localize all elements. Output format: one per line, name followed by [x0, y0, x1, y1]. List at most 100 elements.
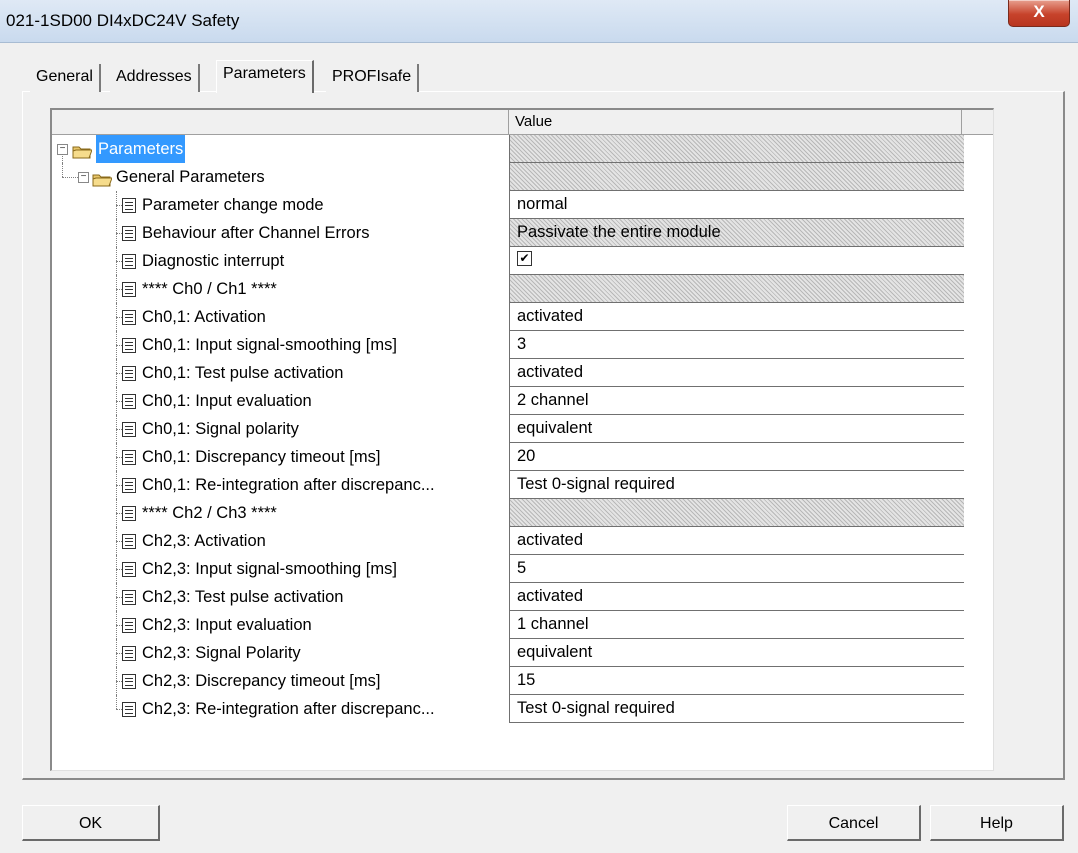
cancel-button[interactable]: Cancel — [787, 805, 921, 841]
parameter-value-cell[interactable]: equivalent — [509, 415, 964, 443]
parameter-value-cell[interactable]: 2 channel — [509, 387, 964, 415]
table-row[interactable]: Ch0,1: Re-integration after discrepanc..… — [52, 471, 993, 499]
parameter-label: Ch2,3: Re-integration after discrepanc..… — [142, 700, 435, 718]
parameter-icon — [122, 282, 136, 297]
parameter-name-cell[interactable]: − Parameters — [52, 135, 509, 163]
parameter-value-cell[interactable]: Test 0-signal required — [509, 471, 964, 499]
parameter-grid[interactable]: Value − Parameters − General Parameters Para… — [50, 108, 994, 771]
parameter-value-cell[interactable]: activated — [509, 359, 964, 387]
parameter-name-cell[interactable]: Ch2,3: Signal Polarity — [52, 639, 509, 667]
table-row[interactable]: Ch0,1: Test pulse activation activated — [52, 359, 993, 387]
parameter-name-cell[interactable]: − General Parameters — [52, 163, 509, 191]
parameter-name-cell[interactable]: Ch2,3: Input evaluation — [52, 611, 509, 639]
parameter-label: Ch0,1: Signal polarity — [142, 420, 299, 438]
parameter-name-cell[interactable]: Ch0,1: Discrepancy timeout [ms] — [52, 443, 509, 471]
parameter-name-cell[interactable]: Ch0,1: Input signal-smoothing [ms] — [52, 331, 509, 359]
parameter-value-cell[interactable]: activated — [509, 583, 964, 611]
parameter-value-cell[interactable] — [509, 163, 964, 191]
table-row[interactable]: Ch0,1: Input signal-smoothing [ms] 3 — [52, 331, 993, 359]
parameter-icon — [122, 450, 136, 465]
table-row[interactable]: Ch0,1: Discrepancy timeout [ms] 20 — [52, 443, 993, 471]
table-row[interactable]: Ch0,1: Input evaluation 2 channel — [52, 387, 993, 415]
title-bar: 021-1SD00 DI4xDC24V Safety X — [0, 0, 1078, 43]
parameter-icon — [122, 422, 136, 437]
parameter-name-cell[interactable]: **** Ch2 / Ch3 **** — [52, 499, 509, 527]
table-row[interactable]: Parameter change mode normal — [52, 191, 993, 219]
parameter-value-cell[interactable]: activated — [509, 527, 964, 555]
tab-general[interactable]: General — [30, 64, 101, 92]
parameter-value-cell[interactable]: 3 — [509, 331, 964, 359]
parameter-value-cell[interactable] — [509, 499, 964, 527]
diagnostic-interrupt-checkbox-cell[interactable]: ✔ — [509, 247, 964, 275]
parameter-label: Ch2,3: Input evaluation — [142, 616, 312, 634]
table-row[interactable]: Diagnostic interrupt ✔ — [52, 247, 993, 275]
parameter-label: Behaviour after Channel Errors — [142, 224, 370, 242]
table-row[interactable]: Ch2,3: Discrepancy timeout [ms] 15 — [52, 667, 993, 695]
parameter-icon — [122, 618, 136, 633]
parameter-label: Parameter change mode — [142, 196, 324, 214]
table-row[interactable]: Ch0,1: Activation activated — [52, 303, 993, 331]
help-button[interactable]: Help — [930, 805, 1064, 841]
parameter-name-cell[interactable]: Ch2,3: Discrepancy timeout [ms] — [52, 667, 509, 695]
parameter-name-cell[interactable]: Ch0,1: Activation — [52, 303, 509, 331]
parameter-icon — [122, 338, 136, 353]
parameter-value-cell[interactable]: 5 — [509, 555, 964, 583]
parameter-value-cell[interactable]: Passivate the entire module — [509, 219, 964, 247]
collapse-icon[interactable]: − — [78, 172, 89, 183]
parameter-name-cell[interactable]: Ch0,1: Signal polarity — [52, 415, 509, 443]
parameter-name-cell[interactable]: Ch0,1: Input evaluation — [52, 387, 509, 415]
diagnostic-interrupt-checkbox[interactable]: ✔ — [517, 251, 532, 267]
parameter-value-cell[interactable]: activated — [509, 303, 964, 331]
close-button[interactable]: X — [1008, 0, 1070, 27]
tab-profisafe[interactable]: PROFIsafe — [326, 64, 420, 92]
parameter-icon — [122, 254, 136, 269]
parameter-name-cell[interactable]: Parameter change mode — [52, 191, 509, 219]
parameter-value-cell[interactable]: Test 0-signal required — [509, 695, 964, 723]
parameter-name-cell[interactable]: Behaviour after Channel Errors — [52, 219, 509, 247]
parameter-label: Ch2,3: Input signal-smoothing [ms] — [142, 560, 397, 578]
parameter-value-cell[interactable] — [509, 275, 964, 303]
parameter-name-cell[interactable]: Ch2,3: Input signal-smoothing [ms] — [52, 555, 509, 583]
parameter-label: **** Ch0 / Ch1 **** — [142, 280, 277, 298]
parameter-label: General Parameters — [116, 168, 265, 186]
column-header-value[interactable]: Value — [509, 110, 962, 134]
table-row[interactable]: **** Ch2 / Ch3 **** — [52, 499, 993, 527]
table-row[interactable]: Ch2,3: Activation activated — [52, 527, 993, 555]
parameter-label: Ch0,1: Input signal-smoothing [ms] — [142, 336, 397, 354]
parameter-value-cell[interactable]: 20 — [509, 443, 964, 471]
table-row[interactable]: Ch2,3: Re-integration after discrepanc..… — [52, 695, 993, 723]
parameter-name-cell[interactable]: **** Ch0 / Ch1 **** — [52, 275, 509, 303]
parameter-name-cell[interactable]: Ch2,3: Test pulse activation — [52, 583, 509, 611]
parameter-icon — [122, 478, 136, 493]
table-row[interactable]: − General Parameters — [52, 163, 993, 191]
table-row[interactable]: Ch2,3: Input signal-smoothing [ms] 5 — [52, 555, 993, 583]
parameter-value-cell[interactable]: equivalent — [509, 639, 964, 667]
table-row[interactable]: Ch2,3: Signal Polarity equivalent — [52, 639, 993, 667]
parameter-name-cell[interactable]: Ch2,3: Re-integration after discrepanc..… — [52, 695, 509, 723]
parameter-icon — [122, 198, 136, 213]
parameter-label: Ch0,1: Input evaluation — [142, 392, 312, 410]
parameter-value-cell[interactable]: 15 — [509, 667, 964, 695]
ok-button[interactable]: OK — [22, 805, 160, 841]
parameter-value-cell[interactable]: 1 channel — [509, 611, 964, 639]
parameter-label: Ch0,1: Re-integration after discrepanc..… — [142, 476, 435, 494]
table-row[interactable]: **** Ch0 / Ch1 **** — [52, 275, 993, 303]
table-row[interactable]: Ch2,3: Test pulse activation activated — [52, 583, 993, 611]
parameter-value-cell[interactable] — [509, 135, 964, 163]
grid-header: Value — [52, 110, 993, 135]
table-row[interactable]: Ch0,1: Signal polarity equivalent — [52, 415, 993, 443]
tab-parameters[interactable]: Parameters — [216, 60, 314, 93]
table-row[interactable]: − Parameters — [52, 135, 993, 163]
parameter-name-cell[interactable]: Diagnostic interrupt — [52, 247, 509, 275]
parameter-icon — [122, 394, 136, 409]
parameter-name-cell[interactable]: Ch2,3: Activation — [52, 527, 509, 555]
table-row[interactable]: Ch2,3: Input evaluation 1 channel — [52, 611, 993, 639]
parameter-label: Ch2,3: Signal Polarity — [142, 644, 301, 662]
tab-addresses[interactable]: Addresses — [110, 64, 200, 92]
parameter-name-cell[interactable]: Ch0,1: Re-integration after discrepanc..… — [52, 471, 509, 499]
table-row[interactable]: Behaviour after Channel Errors Passivate … — [52, 219, 993, 247]
parameter-label: Ch2,3: Discrepancy timeout [ms] — [142, 672, 381, 690]
parameter-value-cell[interactable]: normal — [509, 191, 964, 219]
parameter-name-cell[interactable]: Ch0,1: Test pulse activation — [52, 359, 509, 387]
column-header-name[interactable] — [52, 110, 509, 134]
